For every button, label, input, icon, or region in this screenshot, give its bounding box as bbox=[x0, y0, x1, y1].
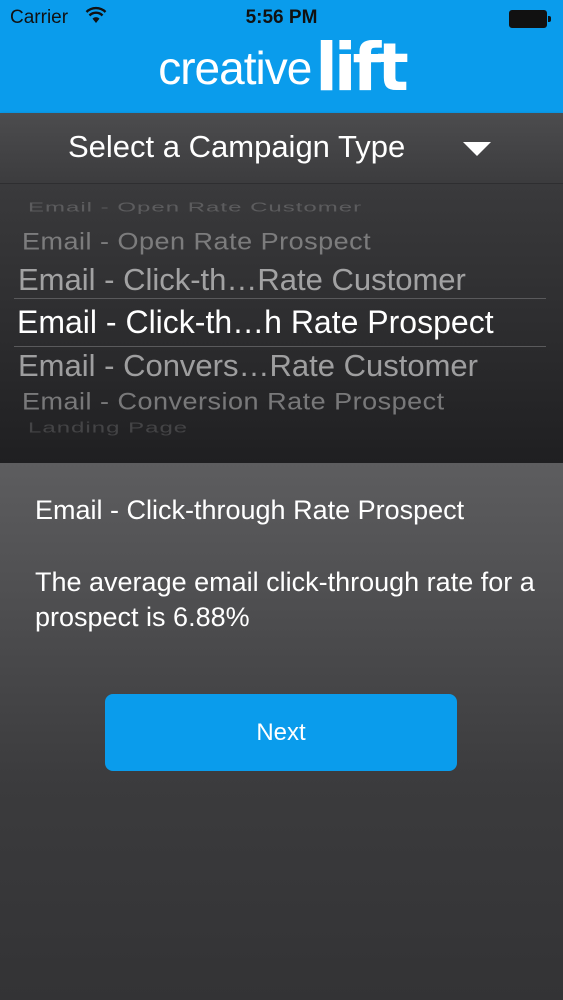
picker-item[interactable]: Email - Open Rate Customer bbox=[28, 200, 362, 215]
picker-item[interactable]: Landing Page bbox=[28, 420, 188, 437]
picker-selection-top-line bbox=[14, 298, 546, 299]
picker-item[interactable]: Email - Conversion Rate Prospect bbox=[22, 388, 445, 416]
logo-text-creative: creative bbox=[158, 42, 312, 94]
picker-item-selected[interactable]: Email - Click-th…h Rate Prospect bbox=[17, 304, 494, 341]
campaign-description: The average email click-through rate for… bbox=[35, 567, 535, 632]
status-bar: Carrier 5:56 PM bbox=[0, 0, 563, 38]
picker-item[interactable]: Email - Open Rate Prospect bbox=[22, 228, 371, 256]
logo-text-lift: lift bbox=[315, 29, 408, 106]
campaign-type-selector[interactable]: Select a Campaign Type bbox=[0, 113, 563, 184]
creativelift-logo: creativelift bbox=[0, 29, 563, 106]
picker-item[interactable]: Email - Convers…Rate Customer bbox=[18, 348, 478, 384]
clock: 5:56 PM bbox=[245, 7, 318, 28]
next-button[interactable]: Next bbox=[105, 694, 457, 771]
picker-item[interactable]: Email - Click-th…Rate Customer bbox=[18, 262, 466, 298]
picker-selection-bottom-line bbox=[14, 346, 546, 347]
campaign-type-picker[interactable]: Email - Open Rate Customer Email - Open … bbox=[0, 184, 563, 463]
campaign-title: Email - Click-through Rate Prospect bbox=[35, 495, 465, 525]
triangle-down-icon bbox=[463, 142, 491, 156]
battery-icon bbox=[509, 10, 551, 28]
app-header: Carrier 5:56 PM creativelift bbox=[0, 0, 563, 113]
campaign-detail-panel: Email - Click-through Rate Prospect The … bbox=[0, 463, 563, 1000]
selector-label: Select a Campaign Type bbox=[68, 129, 406, 164]
